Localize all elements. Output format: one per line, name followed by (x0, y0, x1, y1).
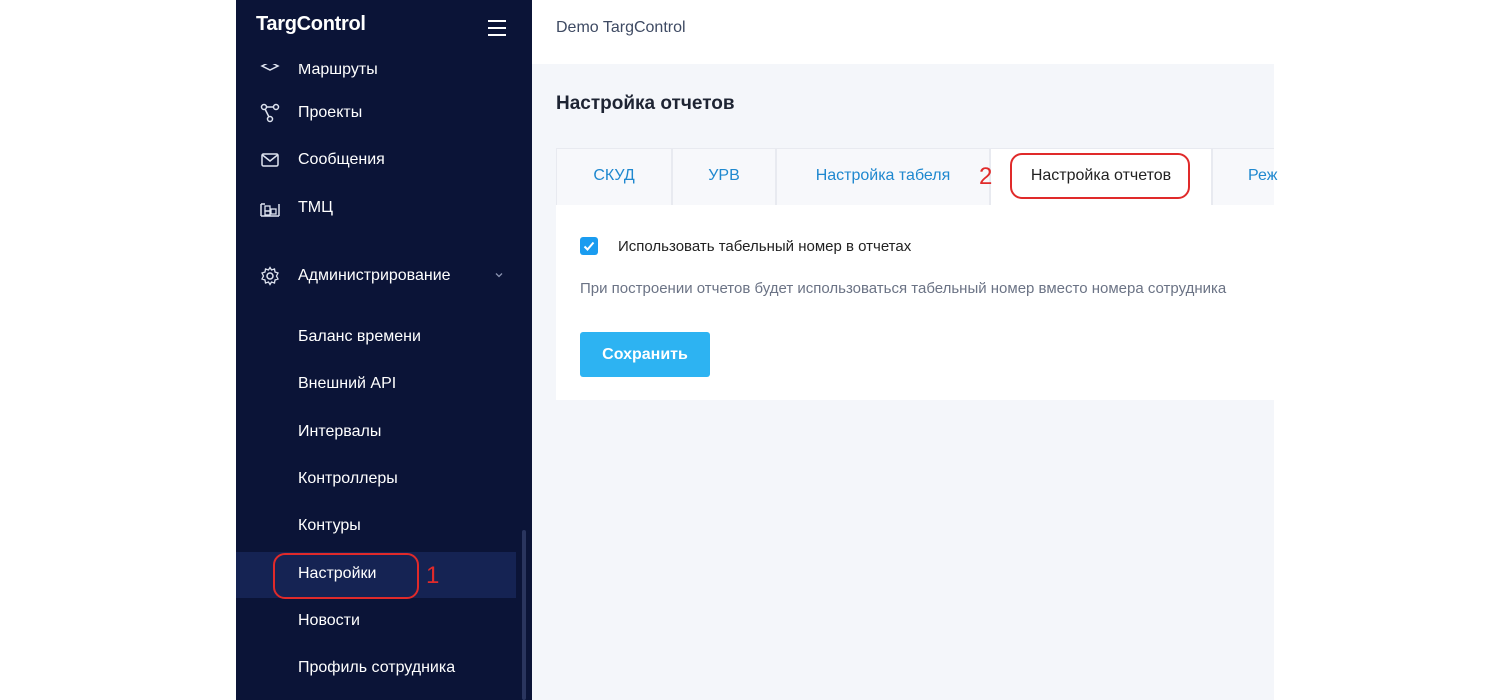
sidebar-subitem-news[interactable]: Новости (236, 599, 516, 645)
app-logo: TargControl (256, 13, 366, 35)
setting-hint: При построении отчетов будет использоват… (580, 280, 1227, 297)
top-bar: Demo TargControl (532, 0, 1274, 64)
tab-label: УРВ (708, 167, 740, 184)
sidebar-subitem-label: Баланс времени (298, 328, 421, 345)
sidebar-subitem-contours[interactable]: Контуры (236, 504, 516, 550)
page-title: Настройка отчетов (556, 93, 735, 114)
annotation-number-1: 1 (426, 562, 440, 589)
report-settings-panel: Использовать табельный номер в отчетах П… (556, 205, 1274, 400)
sidebar-item-label: ТМЦ (298, 199, 333, 216)
sidebar-item-messages[interactable]: Сообщения (236, 140, 516, 180)
tab-label: Реж (1248, 167, 1278, 184)
tab-skud[interactable]: СКУД (556, 148, 672, 205)
sidebar-item-label: Сообщения (298, 151, 385, 168)
tab-urv[interactable]: УРВ (672, 148, 776, 205)
tab-label: СКУД (593, 167, 635, 184)
use-timesheet-number-checkbox[interactable] (580, 237, 598, 255)
sidebar-item-routes[interactable]: Маршруты (236, 64, 516, 90)
tab-label: Настройка табеля (815, 167, 951, 184)
sidebar-subitem-label: Контроллеры (298, 470, 398, 487)
annotation-number-2: 2 (979, 163, 993, 190)
warehouse-icon (260, 203, 280, 217)
sidebar-subitem-controllers[interactable]: Контроллеры (236, 457, 516, 503)
annotation-box-2 (1010, 153, 1190, 199)
menu-toggle-icon[interactable] (488, 20, 506, 36)
sidebar-subitem-label: Контуры (298, 517, 361, 534)
sidebar-item-inventory[interactable]: ТМЦ (236, 188, 516, 228)
sidebar-subitem-employee-profile[interactable]: Профиль сотрудника (236, 646, 516, 692)
routes-icon (260, 64, 280, 71)
sidebar-subitem-time-balance[interactable]: Баланс времени (236, 315, 516, 361)
sidebar-subitem-label: Новости (298, 612, 360, 629)
sidebar-subitem-label: Профиль сотрудника (298, 659, 456, 676)
workspace-title: Demo TargControl (556, 19, 686, 36)
sidebar-item-label: Проекты (298, 104, 363, 121)
mail-icon (261, 153, 279, 167)
annotation-box-1 (273, 553, 419, 599)
projects-icon (260, 103, 280, 123)
sidebar-item-projects[interactable]: Проекты (236, 93, 516, 133)
tab-timesheet-settings[interactable]: Настройка табеля (776, 148, 990, 205)
sidebar-scrollbar[interactable] (522, 530, 526, 700)
sidebar-subitem-external-api[interactable]: Внешний API (236, 362, 516, 408)
sidebar-item-label: Администрирование (298, 267, 451, 284)
gear-icon (261, 266, 279, 286)
sidebar-subitem-label: Внешний API (298, 375, 397, 392)
checkmark-icon (583, 241, 595, 251)
checkbox-label[interactable]: Использовать табельный номер в отчетах (618, 238, 911, 255)
sidebar-subitem-intervals[interactable]: Интервалы (236, 410, 516, 456)
save-button[interactable]: Сохранить (580, 332, 710, 377)
chevron-down-icon (495, 273, 503, 278)
sidebar-subitem-label: Интервалы (298, 423, 382, 440)
tab-modes[interactable]: Реж (1212, 148, 1278, 205)
sidebar-item-administration[interactable]: Администрирование (236, 256, 516, 296)
sidebar-nav: Маршруты Проекты Сообщения ТМЦ Администр… (236, 64, 532, 700)
sidebar-item-label: Маршруты (298, 64, 378, 78)
